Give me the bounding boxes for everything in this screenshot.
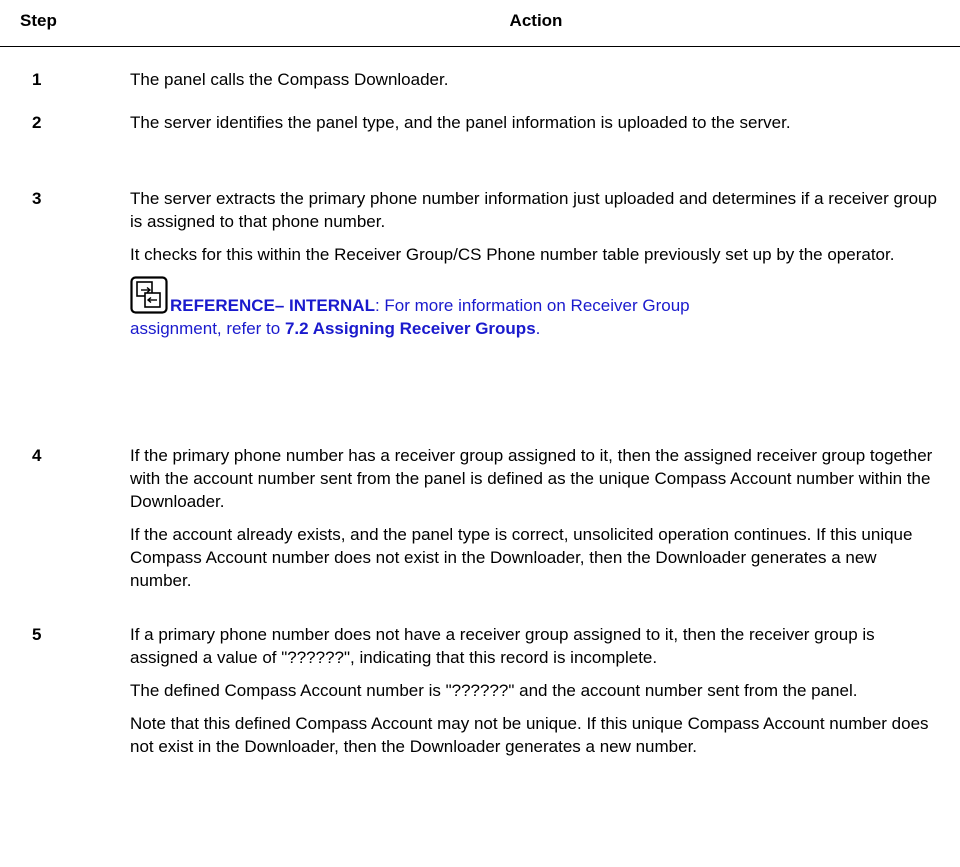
reference-text: For more information on Receiver Group: [379, 296, 690, 315]
reference-text-line: assignment, refer to 7.2 Assigning Recei…: [130, 317, 942, 340]
action-paragraph: If a primary phone number does not have …: [130, 625, 875, 667]
action-paragraph: Note that this defined Compass Account m…: [130, 714, 929, 756]
step-number: 2: [32, 113, 42, 132]
action-paragraph: If the primary phone number has a receiv…: [130, 446, 933, 511]
action-column-header: Action: [509, 11, 563, 30]
reference-label: REFERENCE– INTERNAL: [170, 296, 375, 315]
step-number: 5: [32, 625, 42, 644]
step-number: 3: [32, 189, 42, 208]
action-paragraph: The server extracts the primary phone nu…: [130, 189, 937, 231]
step-action: The panel calls the Compass Downloader.: [130, 68, 942, 101]
reference-icon: [130, 276, 168, 314]
step-action: The server identifies the panel type, an…: [130, 111, 942, 144]
action-paragraph: The defined Compass Account number is "?…: [130, 681, 858, 700]
table-header: Step Action: [0, 0, 960, 47]
step-action: If a primary phone number does not have …: [130, 623, 942, 768]
action-paragraph: It checks for this within the Receiver G…: [130, 245, 895, 264]
step-column-header: Step: [20, 11, 57, 30]
reference-callout: REFERENCE– INTERNAL: For more informatio…: [130, 276, 942, 340]
step-number: 1: [32, 70, 42, 89]
reference-text-line: REFERENCE– INTERNAL: For more informatio…: [130, 276, 942, 317]
action-paragraph: The server identifies the panel type, an…: [130, 113, 791, 132]
reference-text: assignment, refer to: [130, 319, 285, 338]
step-action: If the primary phone number has a receiv…: [130, 444, 942, 602]
reference-link[interactable]: 7.2 Assigning Receiver Groups: [285, 319, 536, 338]
action-paragraph: If the account already exists, and the p…: [130, 525, 913, 590]
reference-end: .: [535, 319, 541, 338]
step-number: 4: [32, 446, 42, 465]
action-paragraph: The panel calls the Compass Downloader.: [130, 70, 449, 89]
step-action: The server extracts the primary phone nu…: [130, 187, 942, 340]
